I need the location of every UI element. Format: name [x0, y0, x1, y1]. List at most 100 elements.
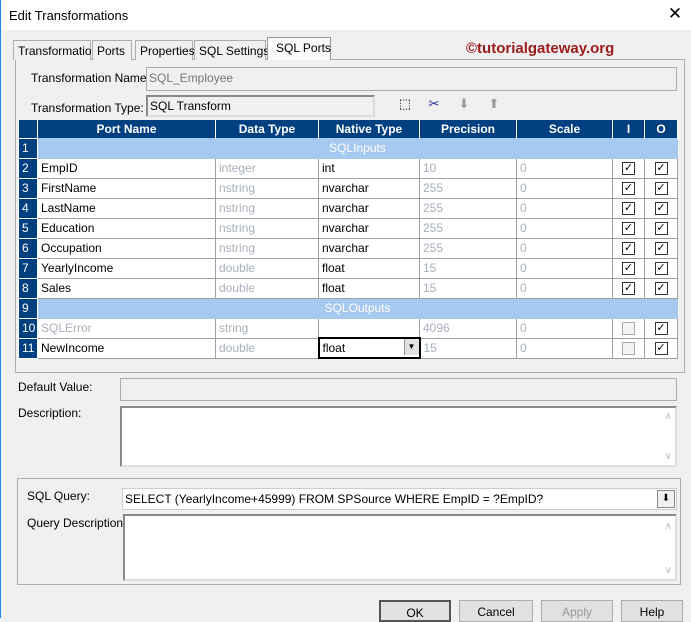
move-up-icon[interactable]: ⬆: [485, 96, 503, 112]
row-number[interactable]: 7: [18, 257, 38, 279]
data-type-cell[interactable]: nstring: [215, 237, 319, 259]
output-checkbox[interactable]: ✓: [654, 222, 668, 236]
native-type-cell[interactable]: int: [318, 157, 420, 179]
description-field[interactable]: ∧ ∨: [120, 406, 677, 467]
move-down-icon[interactable]: ⬇: [455, 96, 473, 112]
tab-transformation[interactable]: Transformation: [13, 40, 98, 60]
table-row[interactable]: 2 EmpID integer int 10 0 ✓ ✓: [18, 157, 678, 179]
col-native-type[interactable]: Native Type: [318, 120, 420, 138]
precision-cell[interactable]: 255: [419, 177, 517, 199]
scale-cell[interactable]: 0: [516, 157, 613, 179]
scroll-up-icon[interactable]: ∧: [665, 411, 672, 422]
native-type-cell[interactable]: nvarchar: [318, 177, 420, 199]
scroll-up-icon[interactable]: ∧: [665, 521, 672, 532]
precision-cell[interactable]: 255: [419, 237, 517, 259]
input-checkbox[interactable]: ✓: [622, 242, 635, 256]
close-icon[interactable]: ✕: [665, 4, 685, 24]
default-value-field[interactable]: [120, 378, 677, 401]
table-row[interactable]: 3 FirstName nstring nvarchar 255 0 ✓ ✓: [18, 177, 678, 199]
port-name-cell[interactable]: Education: [37, 217, 216, 239]
tab-properties[interactable]: Properties: [135, 40, 195, 60]
output-checkbox[interactable]: ✓: [654, 342, 668, 356]
row-number[interactable]: 9: [18, 297, 38, 319]
tab-sql-ports[interactable]: SQL Ports: [267, 37, 331, 60]
data-type-cell[interactable]: nstring: [215, 197, 319, 219]
output-checkbox[interactable]: ✓: [654, 262, 668, 276]
port-name-cell[interactable]: Sales: [37, 277, 216, 299]
precision-cell[interactable]: 10: [419, 157, 517, 179]
precision-cell[interactable]: 4096: [419, 317, 517, 339]
col-precision[interactable]: Precision: [419, 120, 517, 138]
scale-cell[interactable]: 0: [516, 237, 613, 259]
data-type-cell[interactable]: nstring: [215, 177, 319, 199]
native-type-cell[interactable]: nvarchar: [318, 197, 420, 219]
cancel-button[interactable]: Cancel: [459, 600, 533, 622]
sql-query-field[interactable]: SELECT (YearlyIncome+45999) FROM SPSourc…: [122, 488, 677, 510]
native-type-select[interactable]: float ▼: [317, 337, 421, 359]
query-description-field[interactable]: ∧ ∨: [123, 514, 677, 581]
precision-cell[interactable]: 255: [419, 197, 517, 219]
data-type-cell[interactable]: nstring: [215, 217, 319, 239]
native-type-cell[interactable]: nvarchar: [318, 217, 420, 239]
input-checkbox[interactable]: ✓: [622, 202, 635, 216]
port-name-cell[interactable]: EmpID: [37, 157, 216, 179]
transformation-name-field[interactable]: SQL_Employee: [146, 67, 677, 91]
new-port-icon[interactable]: ⬚: [396, 96, 414, 112]
row-number[interactable]: 11: [18, 337, 38, 359]
data-type-cell[interactable]: string: [215, 317, 319, 339]
row-number[interactable]: 2: [18, 157, 38, 179]
output-checkbox[interactable]: ✓: [654, 242, 668, 256]
help-button[interactable]: Help: [621, 600, 683, 622]
scale-cell[interactable]: 0: [516, 217, 613, 239]
precision-cell[interactable]: 15: [419, 337, 517, 359]
input-checkbox[interactable]: [622, 322, 635, 336]
input-checkbox[interactable]: ✓: [622, 262, 635, 276]
table-row[interactable]: 7 YearlyIncome double float 15 0 ✓ ✓: [18, 257, 678, 279]
native-type-cell[interactable]: float: [318, 277, 420, 299]
row-number[interactable]: 4: [18, 197, 38, 219]
port-name-cell[interactable]: NewIncome: [37, 337, 216, 359]
chevron-down-icon[interactable]: ▼: [403, 340, 418, 355]
native-type-cell[interactable]: nvarchar: [318, 237, 420, 259]
tab-ports[interactable]: Ports: [92, 40, 132, 60]
data-type-cell[interactable]: double: [215, 277, 319, 299]
data-type-cell[interactable]: integer: [215, 157, 319, 179]
scroll-down-icon[interactable]: ∨: [665, 565, 672, 576]
native-type-cell[interactable]: float: [318, 257, 420, 279]
scale-cell[interactable]: 0: [516, 277, 613, 299]
query-editor-icon[interactable]: ⬇: [657, 490, 675, 508]
group-row[interactable]: 1 SQLInputs: [18, 137, 678, 159]
table-row[interactable]: 8 Sales double float 15 0 ✓ ✓: [18, 277, 678, 299]
data-type-cell[interactable]: double: [215, 257, 319, 279]
ok-button[interactable]: OK: [379, 600, 451, 622]
row-number[interactable]: 1: [18, 137, 38, 159]
output-checkbox[interactable]: ✓: [654, 182, 668, 196]
table-row[interactable]: 11 NewIncome double float ▼ 15 0 ✓: [18, 337, 678, 359]
scale-cell[interactable]: 0: [516, 257, 613, 279]
output-checkbox[interactable]: ✓: [654, 202, 668, 216]
row-number[interactable]: 10: [18, 317, 38, 339]
input-checkbox[interactable]: ✓: [622, 282, 635, 296]
output-checkbox[interactable]: ✓: [654, 282, 668, 296]
output-checkbox[interactable]: ✓: [654, 322, 668, 336]
precision-cell[interactable]: 15: [419, 277, 517, 299]
port-name-cell[interactable]: LastName: [37, 197, 216, 219]
scale-cell[interactable]: 0: [516, 177, 613, 199]
output-checkbox[interactable]: ✓: [654, 162, 668, 176]
row-number[interactable]: 6: [18, 237, 38, 259]
precision-cell[interactable]: 15: [419, 257, 517, 279]
input-checkbox[interactable]: ✓: [622, 222, 635, 236]
port-name-cell[interactable]: SQLError: [37, 317, 216, 339]
col-input[interactable]: I: [612, 120, 645, 138]
native-type-cell[interactable]: [318, 317, 420, 339]
table-row[interactable]: 5 Education nstring nvarchar 255 0 ✓ ✓: [18, 217, 678, 239]
col-output[interactable]: O: [644, 120, 678, 138]
cut-icon[interactable]: ✂: [425, 96, 443, 112]
apply-button[interactable]: Apply: [541, 600, 613, 622]
input-checkbox[interactable]: ✓: [622, 162, 635, 176]
scale-cell[interactable]: 0: [516, 197, 613, 219]
col-scale[interactable]: Scale: [516, 120, 613, 138]
scale-cell[interactable]: 0: [516, 317, 613, 339]
port-name-cell[interactable]: YearlyIncome: [37, 257, 216, 279]
data-type-cell[interactable]: double: [215, 337, 319, 359]
